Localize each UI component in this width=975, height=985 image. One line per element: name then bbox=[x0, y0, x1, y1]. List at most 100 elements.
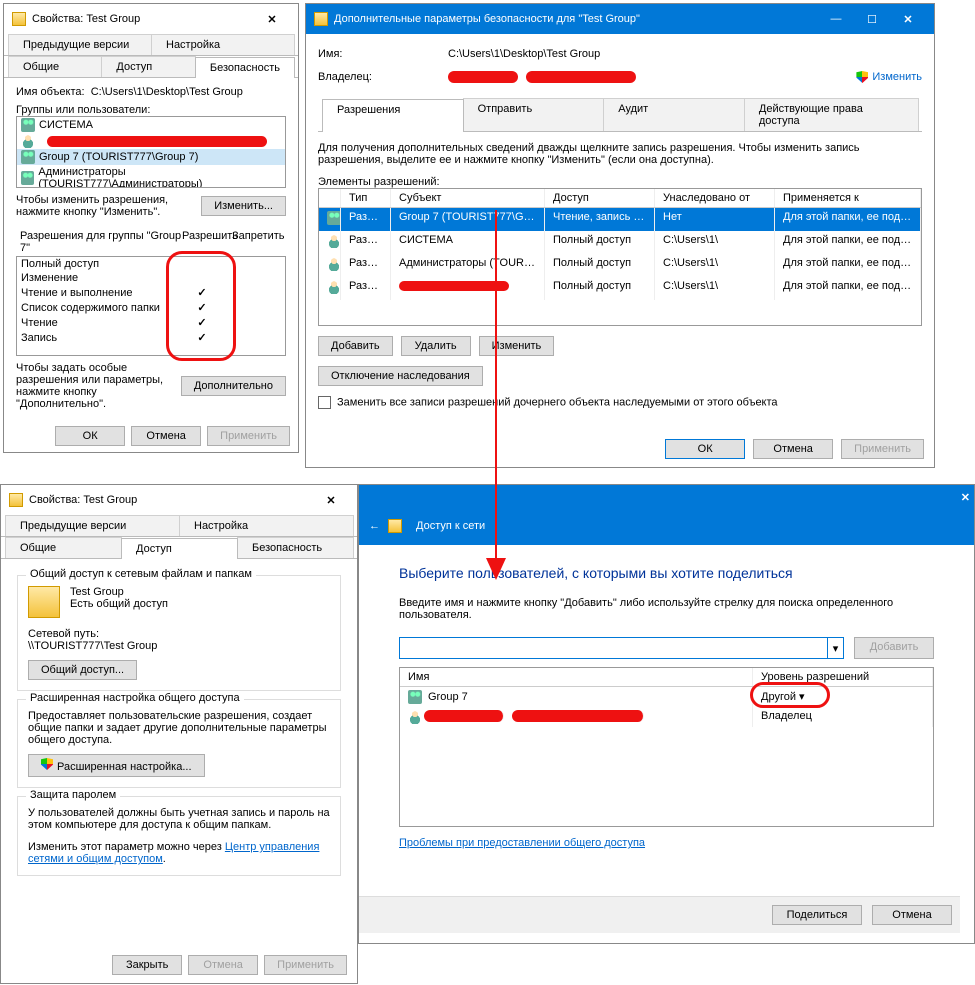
close-icon[interactable] bbox=[961, 491, 970, 504]
tab-general[interactable]: Общие bbox=[5, 537, 122, 558]
adv-hint: Для получения дополнительных сведений дв… bbox=[318, 142, 922, 166]
share-name: Group 7 bbox=[428, 691, 468, 703]
tab-general[interactable]: Общие bbox=[8, 56, 102, 77]
folder-icon bbox=[314, 12, 328, 26]
add-button[interactable]: Добавить bbox=[318, 336, 393, 356]
table-row[interactable]: Разр...Администраторы (TOURIST7...Полный… bbox=[319, 254, 921, 277]
share-name: Test Group bbox=[70, 586, 168, 598]
chevron-down-icon[interactable]: ▾ bbox=[827, 638, 843, 658]
tab-prev-versions[interactable]: Предыдущие версии bbox=[5, 515, 180, 536]
col-inherited[interactable]: Унаследовано от bbox=[655, 189, 775, 207]
permissions-table[interactable]: Тип Субъект Доступ Унаследовано от Приме… bbox=[318, 188, 922, 326]
tab-security[interactable]: Безопасность bbox=[237, 537, 354, 558]
titlebar: Свойства: Test Group bbox=[4, 4, 298, 34]
share-level: Владелец bbox=[761, 710, 812, 722]
table-row[interactable]: Разр...СИСТЕМАПолный доступC:\Users\1\Дл… bbox=[319, 231, 921, 254]
tab-sharing[interactable]: Доступ bbox=[121, 538, 238, 559]
col-applies[interactable]: Применяется к bbox=[775, 189, 921, 207]
ok-button[interactable]: ОК bbox=[55, 426, 125, 446]
tab-share[interactable]: Отправить bbox=[463, 98, 605, 131]
tabs-row2: Общие Доступ Безопасность bbox=[4, 56, 298, 78]
minimize-icon[interactable]: — bbox=[818, 8, 854, 30]
groups-list[interactable]: СИСТЕМА Group 7 (TOURIST777\Group 7) Адм… bbox=[16, 116, 286, 188]
close-icon[interactable] bbox=[254, 8, 290, 30]
window-title: Дополнительные параметры безопасности дл… bbox=[334, 13, 818, 25]
tab-permissions[interactable]: Разрешения bbox=[322, 99, 464, 132]
tab-customize[interactable]: Настройка bbox=[179, 515, 354, 536]
advanced-sharing-button[interactable]: Расширенная настройка... bbox=[28, 754, 205, 777]
sub-text: Введите имя и нажмите кнопку "Добавить" … bbox=[399, 597, 934, 621]
user-input[interactable] bbox=[400, 638, 827, 658]
tab-sharing[interactable]: Доступ bbox=[101, 56, 195, 77]
cancel-button[interactable]: Отмена bbox=[131, 426, 201, 446]
tab-security[interactable]: Безопасность bbox=[195, 57, 295, 78]
col-subject[interactable]: Субъект bbox=[391, 189, 545, 207]
cancel-button[interactable]: Отмена bbox=[872, 905, 952, 925]
share-row[interactable]: Group 7 Другой ▾ bbox=[400, 687, 933, 707]
group-item: Администраторы (TOURIST777\Администратор… bbox=[38, 166, 281, 188]
tab-effective[interactable]: Действующие права доступа bbox=[744, 98, 919, 131]
change-owner-link[interactable]: Изменить bbox=[872, 71, 922, 83]
folder-icon bbox=[388, 519, 402, 533]
share-list[interactable]: Имя Уровень разрешений Group 7 Другой ▾ … bbox=[399, 667, 934, 827]
apply-button[interactable]: Применить bbox=[207, 426, 290, 446]
ok-button[interactable]: ОК bbox=[665, 439, 745, 459]
advanced-security-window: Дополнительные параметры безопасности дл… bbox=[305, 3, 935, 468]
back-icon[interactable]: ← bbox=[369, 520, 380, 532]
permissions-list[interactable]: Полный доступИзменениеЧтение и выполнени… bbox=[16, 256, 286, 356]
owner-label: Владелец: bbox=[318, 71, 448, 83]
group-icon bbox=[21, 150, 35, 164]
remove-button[interactable]: Удалить bbox=[401, 336, 471, 356]
network-access-window: ← Доступ к сети Выберите пользователей, … bbox=[358, 484, 975, 944]
add-button[interactable]: Добавить bbox=[854, 637, 934, 659]
password-desc: У пользователей должны быть учетная запи… bbox=[28, 807, 330, 831]
change-hint: Чтобы изменить разрешения, нажмите кнопк… bbox=[16, 194, 201, 218]
user-combo[interactable]: ▾ bbox=[399, 637, 844, 659]
edit-button[interactable]: Изменить... bbox=[201, 196, 286, 216]
col-type[interactable]: Тип bbox=[341, 189, 391, 207]
apply-button[interactable]: Применить bbox=[264, 955, 347, 975]
tab-customize[interactable]: Настройка bbox=[151, 34, 295, 55]
adv-pane: Имя:C:\Users\1\Desktop\Test Group Владел… bbox=[306, 34, 934, 417]
replace-checkbox[interactable] bbox=[318, 396, 331, 409]
permission-row: Полный доступ bbox=[17, 257, 285, 271]
disable-inheritance-button[interactable]: Отключение наследования bbox=[318, 366, 483, 386]
user-icon bbox=[408, 710, 422, 724]
close-icon[interactable] bbox=[313, 489, 349, 511]
advanced-button[interactable]: Дополнительно bbox=[181, 376, 286, 396]
tab-prev-versions[interactable]: Предыдущие версии bbox=[8, 34, 152, 55]
properties-sharing-window: Свойства: Test Group Предыдущие версии Н… bbox=[0, 484, 358, 984]
table-row[interactable]: Разр...Group 7 (TOURIST777\Group 7)Чтени… bbox=[319, 208, 921, 231]
cancel-button[interactable]: Отмена bbox=[753, 439, 833, 459]
col-name[interactable]: Имя bbox=[400, 668, 753, 686]
edit-button[interactable]: Изменить bbox=[479, 336, 555, 356]
trouble-link[interactable]: Проблемы при предоставлении общего досту… bbox=[399, 837, 645, 849]
table-row[interactable]: Разр...Полный доступC:\Users\1\Для этой … bbox=[319, 277, 921, 300]
group-label: Общий доступ к сетевым файлам и папкам bbox=[26, 568, 256, 580]
adv-share-desc: Предоставляет пользовательские разрешени… bbox=[28, 710, 330, 746]
group-item: Group 7 (TOURIST777\Group 7) bbox=[39, 151, 198, 163]
tab-audit[interactable]: Аудит bbox=[603, 98, 745, 131]
close-icon[interactable] bbox=[890, 8, 926, 30]
share-button[interactable]: Поделиться bbox=[772, 905, 862, 925]
cancel-button[interactable]: Отмена bbox=[188, 955, 258, 975]
permission-row: Список содержимого папки bbox=[17, 300, 285, 315]
folder-icon bbox=[12, 12, 26, 26]
object-path: C:\Users\1\Desktop\Test Group bbox=[91, 86, 243, 98]
share-status: Есть общий доступ bbox=[70, 598, 168, 610]
group-icon bbox=[21, 171, 34, 185]
share-row[interactable]: Владелец bbox=[400, 707, 933, 727]
close-button[interactable]: Закрыть bbox=[112, 955, 182, 975]
group-label: Защита паролем bbox=[26, 789, 120, 801]
password-group: Защита паролем У пользователей должны бы… bbox=[17, 796, 341, 876]
share-button[interactable]: Общий доступ... bbox=[28, 660, 137, 680]
permission-row: Изменение bbox=[17, 271, 285, 285]
perm-caption: Разрешения для группы "Group 7" bbox=[20, 230, 182, 254]
col-access[interactable]: Доступ bbox=[545, 189, 655, 207]
maximize-icon[interactable]: ☐ bbox=[854, 8, 890, 30]
group-icon bbox=[408, 690, 422, 704]
apply-button[interactable]: Применить bbox=[841, 439, 924, 459]
titlebar: Свойства: Test Group bbox=[1, 485, 357, 515]
group-item bbox=[39, 135, 42, 147]
group-icon bbox=[21, 118, 35, 132]
